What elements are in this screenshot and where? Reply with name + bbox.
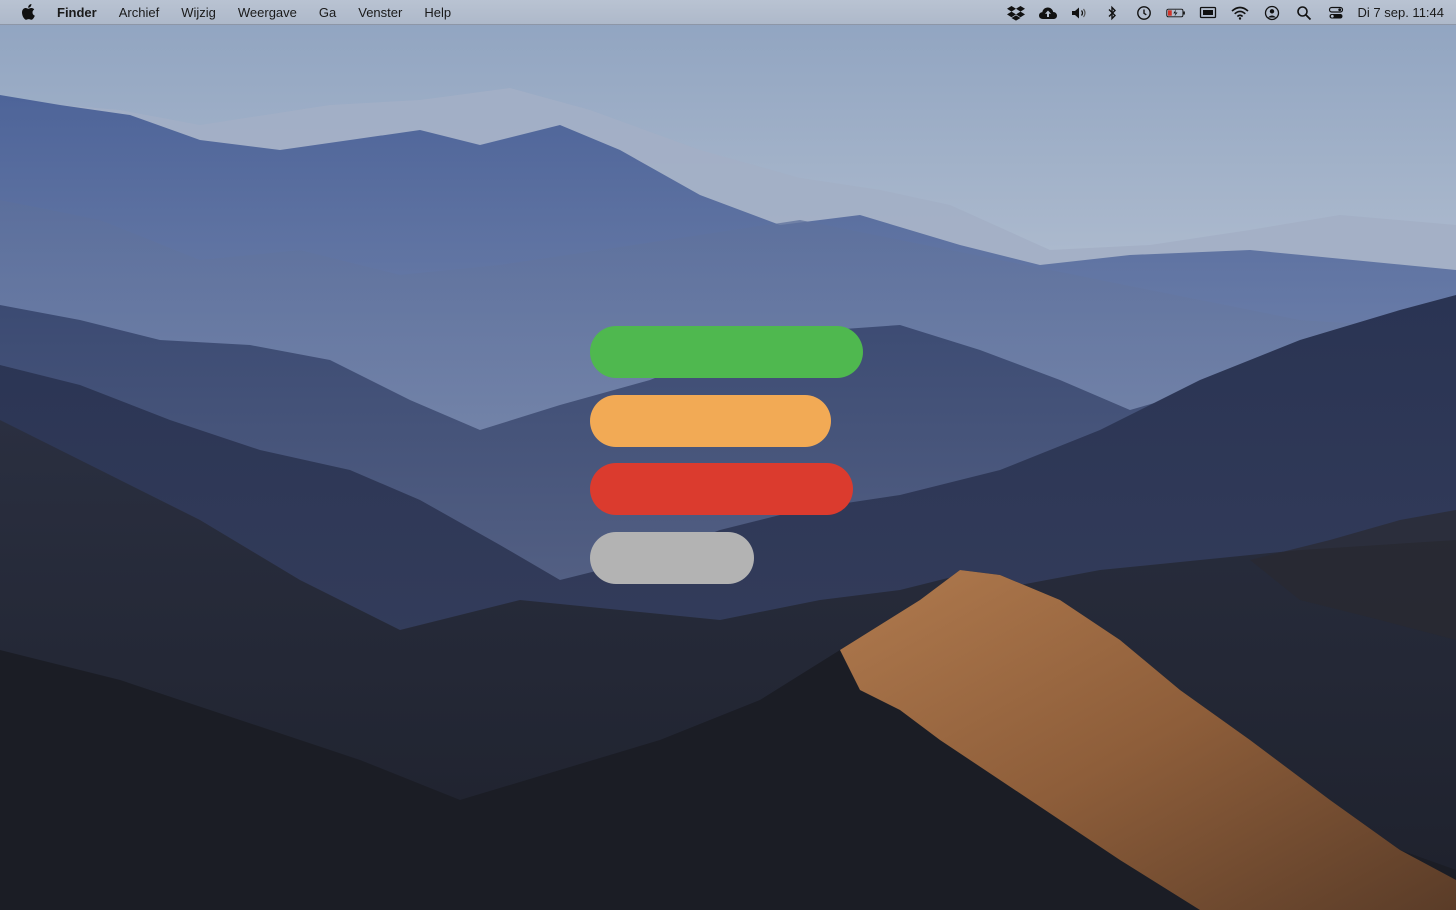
menu-bar: Finder Archief Wijzig Weergave Ga Venste…	[0, 0, 1456, 25]
menu-ga[interactable]: Ga	[308, 0, 347, 25]
clock[interactable]: Di 7 sep. 11:44	[1358, 5, 1444, 20]
dropbox-icon[interactable]	[1006, 5, 1026, 21]
status-tray: Di 7 sep. 11:44	[1000, 0, 1456, 25]
apple-icon[interactable]	[19, 3, 37, 21]
volume-icon[interactable]	[1070, 5, 1090, 21]
control-center-icon[interactable]	[1326, 5, 1346, 21]
status-bars-group	[590, 326, 870, 586]
battery-icon[interactable]	[1165, 5, 1186, 21]
wifi-icon[interactable]	[1230, 5, 1250, 21]
green-bar	[590, 326, 863, 378]
orange-bar	[590, 395, 831, 447]
display-icon[interactable]	[1198, 5, 1218, 21]
menu-left: Finder Archief Wijzig Weergave Ga Venste…	[0, 0, 462, 25]
search-icon[interactable]	[1294, 5, 1314, 21]
desktop	[0, 0, 1456, 910]
gray-bar	[590, 532, 754, 584]
bluetooth-icon[interactable]	[1102, 5, 1122, 21]
red-bar	[590, 463, 853, 515]
menu-venster[interactable]: Venster	[347, 0, 413, 25]
menu-help[interactable]: Help	[413, 0, 462, 25]
menu-archief[interactable]: Archief	[108, 0, 170, 25]
time-machine-icon[interactable]	[1134, 5, 1154, 21]
user-icon[interactable]	[1262, 5, 1282, 21]
menu-wijzig[interactable]: Wijzig	[170, 0, 227, 25]
cloud-upload-icon[interactable]	[1038, 5, 1058, 21]
menu-weergave[interactable]: Weergave	[227, 0, 308, 25]
menu-finder[interactable]: Finder	[57, 0, 108, 25]
